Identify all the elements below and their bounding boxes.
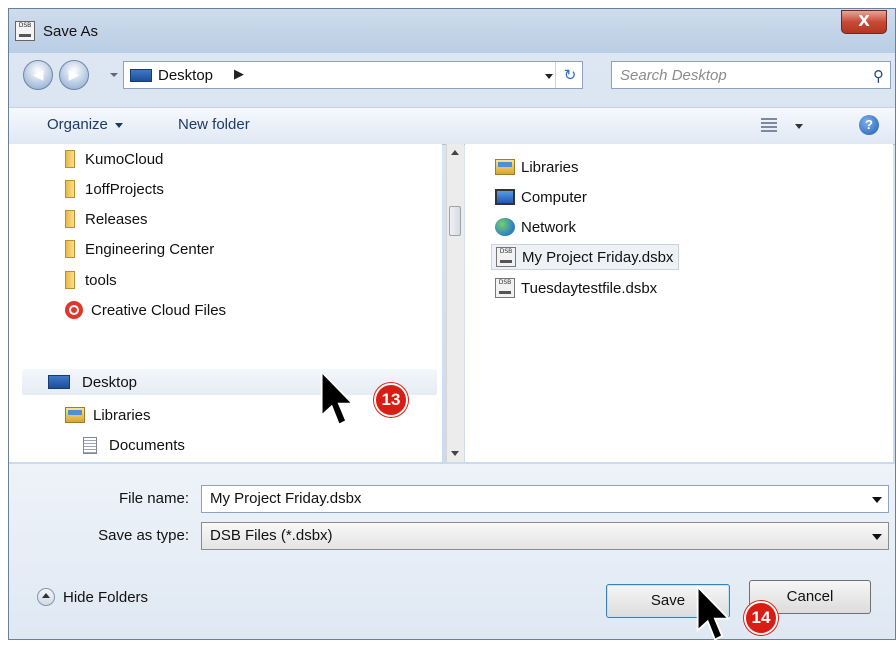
organize-label: Organize bbox=[47, 116, 108, 133]
tree-item-documents[interactable]: Documents bbox=[83, 432, 185, 458]
save-as-type-label: Save as type: bbox=[98, 527, 189, 544]
file-item-my-project-friday[interactable]: DSB My Project Friday.dsbx bbox=[491, 244, 680, 270]
creative-cloud-icon bbox=[65, 301, 83, 319]
folder-icon bbox=[65, 210, 75, 228]
organize-menu[interactable]: Organize bbox=[47, 116, 123, 133]
collapse-up-icon bbox=[37, 588, 55, 606]
navigation-bar: ◀ ▶ Desktop ▶ ↻ Search Desktop ⚲ bbox=[9, 53, 895, 93]
hide-folders-label: Hide Folders bbox=[63, 588, 149, 606]
file-list-pane[interactable]: Libraries Computer Network DSB My Project… bbox=[465, 144, 893, 462]
file-name-label: File name: bbox=[118, 490, 189, 507]
file-item-tuesdaytestfile[interactable]: DSB Tuesdaytestfile.dsbx bbox=[491, 275, 662, 301]
file-item-label: Libraries bbox=[521, 158, 579, 176]
search-box[interactable]: Search Desktop ⚲ bbox=[611, 61, 891, 89]
tree-item-libraries[interactable]: Libraries bbox=[65, 402, 151, 428]
forward-button[interactable]: ▶ bbox=[59, 60, 89, 90]
step-14-badge: 14 bbox=[744, 601, 778, 635]
mouse-pointer-icon bbox=[320, 370, 355, 426]
tree-item-kumocloud[interactable]: KumoCloud bbox=[65, 146, 163, 172]
tree-item-label: Libraries bbox=[93, 406, 151, 424]
address-path[interactable]: Desktop bbox=[158, 67, 213, 84]
forward-arrow-icon: ▶ bbox=[68, 67, 80, 83]
save-as-type-value: DSB Files (*.dsbx) bbox=[210, 527, 333, 544]
scrollbar-thumb[interactable] bbox=[449, 206, 461, 236]
tree-item-desktop[interactable]: Desktop bbox=[22, 369, 437, 395]
address-bar[interactable]: Desktop ▶ ↻ bbox=[123, 61, 583, 89]
address-dropdown-icon[interactable] bbox=[545, 74, 553, 79]
folder-icon bbox=[65, 271, 75, 289]
tree-item-label: KumoCloud bbox=[85, 150, 164, 168]
libraries-icon bbox=[495, 159, 515, 175]
libraries-icon bbox=[65, 407, 85, 423]
folder-icon bbox=[65, 180, 75, 198]
file-name-field[interactable]: My Project Friday.dsbx bbox=[201, 485, 889, 513]
back-button[interactable]: ◀ bbox=[23, 60, 53, 90]
network-icon bbox=[495, 218, 515, 236]
navigation-pane[interactable]: KumoCloud 1offProjects Releases Engineer… bbox=[9, 144, 442, 462]
desktop-icon bbox=[130, 69, 152, 82]
document-icon bbox=[83, 436, 97, 454]
desktop-icon bbox=[48, 375, 70, 389]
scroll-up-icon[interactable] bbox=[451, 150, 459, 155]
folder-icon bbox=[65, 240, 75, 258]
app-icon-text: DSB bbox=[18, 22, 32, 29]
file-name-value: My Project Friday.dsbx bbox=[210, 490, 362, 507]
file-item-label: My Project Friday.dsbx bbox=[522, 248, 674, 266]
file-item-computer[interactable]: Computer bbox=[491, 184, 592, 210]
file-name-dropdown-icon[interactable] bbox=[872, 497, 882, 503]
file-item-label: Tuesdaytestfile.dsbx bbox=[521, 279, 658, 297]
dsb-file-icon: DSB bbox=[496, 247, 516, 267]
dialog-title: Save As bbox=[43, 23, 99, 40]
tree-item-label: Desktop bbox=[82, 373, 138, 391]
tree-item-label: Documents bbox=[109, 436, 185, 454]
tree-item-label: Releases bbox=[85, 210, 148, 228]
views-dropdown-icon[interactable] bbox=[795, 124, 803, 129]
views-icon[interactable] bbox=[761, 118, 777, 132]
save-as-type-dropdown-icon[interactable] bbox=[872, 534, 882, 540]
close-button[interactable]: X bbox=[841, 10, 887, 34]
back-arrow-icon: ◀ bbox=[32, 67, 44, 83]
folder-icon bbox=[65, 150, 75, 168]
mouse-pointer-icon bbox=[696, 585, 731, 641]
search-input[interactable]: Search Desktop bbox=[620, 67, 727, 84]
file-item-libraries[interactable]: Libraries bbox=[491, 154, 584, 180]
command-toolbar: Organize New folder ? bbox=[9, 107, 895, 145]
refresh-icon: ↻ bbox=[563, 66, 577, 84]
tree-item-tools[interactable]: tools bbox=[65, 267, 117, 293]
computer-icon bbox=[495, 189, 515, 205]
file-item-label: Computer bbox=[521, 188, 587, 206]
dsb-file-icon: DSB bbox=[495, 278, 515, 298]
refresh-button[interactable]: ↻ bbox=[555, 62, 584, 88]
scroll-down-icon[interactable] bbox=[451, 451, 459, 456]
tree-item-label: 1offProjects bbox=[85, 180, 164, 198]
tree-item-label: Engineering Center bbox=[85, 240, 215, 258]
search-icon[interactable]: ⚲ bbox=[873, 67, 884, 85]
tree-item-releases[interactable]: Releases bbox=[65, 206, 148, 232]
navigation-scrollbar[interactable] bbox=[446, 144, 464, 462]
recent-pages-dropdown-icon[interactable] bbox=[110, 73, 118, 77]
chevron-down-icon bbox=[114, 122, 123, 128]
help-icon[interactable]: ? bbox=[859, 115, 879, 135]
hide-folders-button[interactable]: Hide Folders bbox=[37, 588, 148, 606]
file-item-network[interactable]: Network bbox=[491, 214, 581, 240]
tree-item-label: Creative Cloud Files bbox=[91, 301, 227, 319]
step-13-badge: 13 bbox=[374, 383, 408, 417]
new-folder-button[interactable]: New folder bbox=[178, 116, 250, 133]
tree-item-1offprojects[interactable]: 1offProjects bbox=[65, 176, 164, 202]
save-as-dialog: DSB Save As X ◀ ▶ Desktop ▶ ↻ Search Des… bbox=[8, 8, 896, 640]
dsb-app-icon: DSB bbox=[15, 21, 35, 41]
tree-item-label: tools bbox=[85, 271, 117, 289]
address-chevron-icon[interactable]: ▶ bbox=[234, 66, 244, 82]
tree-item-creative-cloud-files[interactable]: Creative Cloud Files bbox=[65, 297, 226, 323]
tree-item-engineering-center[interactable]: Engineering Center bbox=[65, 236, 214, 262]
file-item-label: Network bbox=[521, 218, 577, 236]
title-bar[interactable]: DSB Save As X bbox=[9, 9, 895, 53]
save-as-type-select[interactable]: DSB Files (*.dsbx) bbox=[201, 522, 889, 550]
close-icon: X bbox=[858, 12, 870, 30]
